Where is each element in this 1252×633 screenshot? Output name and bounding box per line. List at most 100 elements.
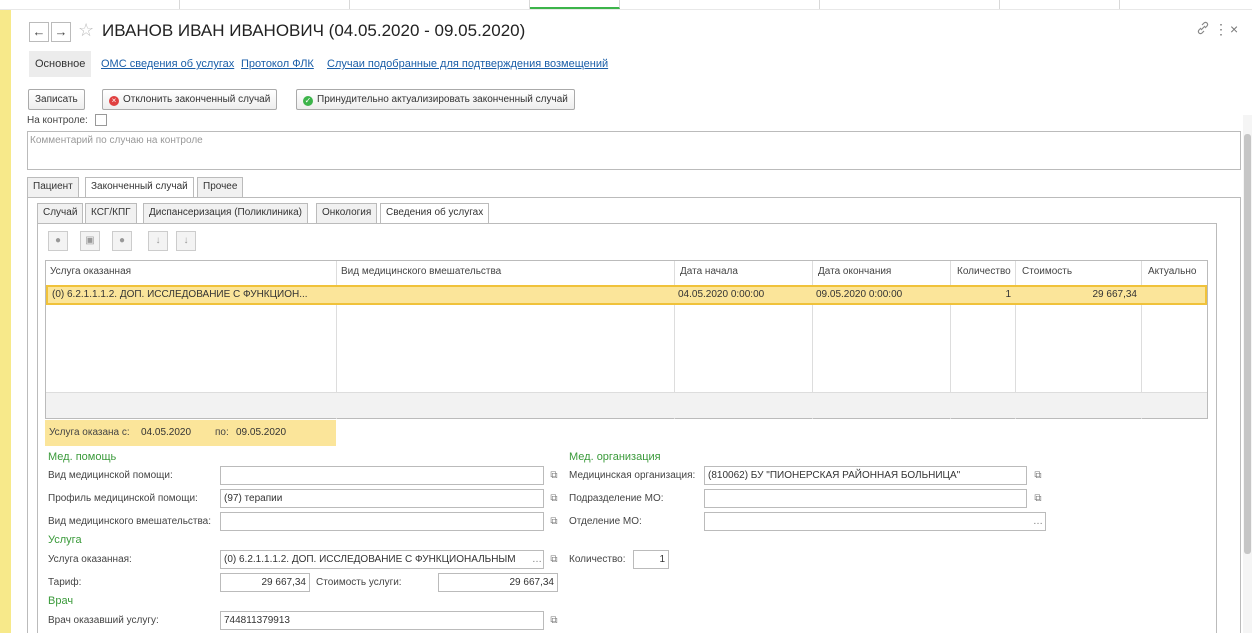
med-intervention-field[interactable] (220, 512, 544, 531)
copy-icon: ▣ (85, 235, 95, 246)
med-org-group-label: Мед. организация (569, 451, 661, 463)
open-link-icon[interactable]: ⧉ (547, 550, 561, 569)
cell-date-end: 09.05.2020 0:00:00 (816, 289, 903, 300)
close-icon[interactable]: × (1230, 21, 1238, 37)
period-to-label: по: (215, 427, 229, 438)
doctor-field[interactable]: 744811379913 (220, 611, 544, 630)
delete-icon: ● (118, 235, 126, 246)
doctor-label: Врач оказавший услугу: (48, 615, 159, 626)
med-org-label: Медицинская организация: (569, 470, 696, 481)
control-comment-field[interactable]: Комментарий по случаю на контроле (27, 131, 1241, 170)
reject-icon: × (109, 96, 119, 106)
med-intervention-label: Вид медицинского вмешательства: (48, 516, 212, 527)
service-cost-field[interactable]: 29 667,34 (438, 573, 558, 592)
save-button[interactable]: Записать (28, 89, 85, 110)
tab-main[interactable]: Основное (29, 51, 92, 77)
cell-cost: 29 667,34 (1092, 289, 1138, 300)
col-header-date-end[interactable]: Дата окончания (814, 261, 891, 283)
sort-asc-icon: ↓ (155, 235, 161, 246)
back-icon: ← (32, 24, 46, 39)
choose-ellipsis-icon[interactable]: … (1031, 512, 1045, 531)
tab-oms-services[interactable]: ОМС сведения об услугах (101, 51, 234, 77)
med-help-kind-field[interactable] (220, 466, 544, 485)
tab-services-info[interactable]: Сведения об услугах (380, 203, 490, 224)
med-org-field[interactable]: (810062) БУ "ПИОНЕРСКАЯ РАЙОННАЯ БОЛЬНИЦ… (704, 466, 1027, 485)
top-tab-strip (0, 0, 1252, 10)
cell-intervention (336, 287, 674, 303)
cell-actual (1141, 287, 1205, 303)
back-button[interactable]: ← (29, 22, 49, 42)
favorite-star-icon[interactable]: ☆ (78, 20, 94, 41)
tab-other[interactable]: Прочее (197, 177, 244, 197)
check-icon: ✓ (303, 96, 313, 106)
col-header-service[interactable]: Услуга оказанная (46, 261, 131, 283)
department-field[interactable] (704, 512, 1046, 531)
page-title: ИВАНОВ ИВАН ИВАНОВИЧ (04.05.2020 - 09.05… (102, 21, 526, 40)
service-cost-label: Стоимость услуги: (316, 577, 402, 588)
tab-oncology[interactable]: Онкология (316, 203, 378, 223)
open-link-icon[interactable]: ⧉ (547, 466, 561, 485)
open-link-icon[interactable]: ⧉ (547, 611, 561, 630)
department-label: Отделение МО: (569, 516, 642, 527)
tab-completed-case[interactable]: Законченный случай (85, 177, 194, 198)
period-to-value[interactable]: 09.05.2020 (236, 427, 286, 438)
quantity-field[interactable]: 1 (633, 550, 669, 569)
reject-case-button[interactable]: × Отклонить законченный случай (102, 89, 278, 110)
more-icon[interactable]: ⋮ (1214, 21, 1228, 38)
service-group-label: Услуга (48, 534, 82, 546)
service-period: Услуга оказана с: 04.05.2020 по: 09.05.2… (45, 420, 336, 446)
actualize-case-button[interactable]: ✓ Принудительно актуализировать законченн… (296, 89, 575, 110)
tab-ksg[interactable]: КСГ/КПГ (85, 203, 137, 223)
sort-desc-button[interactable]: ↓ (176, 231, 196, 251)
cell-date-start: 04.05.2020 0:00:00 (678, 289, 765, 300)
add-icon: ● (54, 235, 62, 246)
add-row-button[interactable]: ● (48, 231, 68, 251)
scrollbar-thumb[interactable] (1244, 134, 1251, 554)
sort-desc-icon: ↓ (183, 235, 189, 246)
period-from-value[interactable]: 04.05.2020 (141, 427, 191, 438)
comment-placeholder: Комментарий по случаю на контроле (30, 135, 203, 146)
delete-row-button[interactable]: ● (112, 231, 132, 251)
med-help-profile-field[interactable]: (97) терапии (220, 489, 544, 508)
open-link-icon[interactable]: ⧉ (1031, 489, 1045, 508)
col-header-cost[interactable]: Стоимость (1018, 261, 1072, 283)
tab-matched-cases[interactable]: Случаи подобранные для подтверждения воз… (327, 51, 608, 77)
tab-patient[interactable]: Пациент (27, 177, 79, 197)
division-field[interactable] (704, 489, 1027, 508)
division-label: Подразделение МО: (569, 493, 664, 504)
on-control-label: На контроле: (27, 115, 88, 126)
col-header-intervention[interactable]: Вид медицинского вмешательства (337, 261, 501, 283)
tab-case[interactable]: Случай (37, 203, 84, 223)
cell-quantity: 1 (1005, 289, 1011, 300)
reject-case-label: Отклонить законченный случай (123, 94, 271, 105)
left-section-bar (0, 10, 11, 633)
forward-icon: → (54, 24, 68, 39)
table-footer (46, 392, 1207, 418)
link-icon[interactable] (1196, 21, 1210, 38)
service-label: Услуга оказанная: (48, 554, 132, 565)
choose-ellipsis-icon[interactable]: … (530, 550, 544, 569)
tab-dispensary[interactable]: Диспансеризация (Поликлиника) (143, 203, 309, 223)
services-table: Услуга оказанная Вид медицинского вмешат… (45, 260, 1208, 419)
open-link-icon[interactable]: ⧉ (1031, 466, 1045, 485)
open-link-icon[interactable]: ⧉ (547, 489, 561, 508)
open-link-icon[interactable]: ⧉ (547, 512, 561, 531)
table-row[interactable]: (0) 6.2.1.1.1.2. ДОП. ИССЛЕДОВАНИЕ С ФУН… (46, 285, 1207, 305)
med-help-group-label: Мед. помощь (48, 451, 117, 463)
period-from-label: Услуга оказана с: (49, 427, 130, 438)
on-control-checkbox[interactable] (95, 114, 107, 126)
actualize-case-label: Принудительно актуализировать законченны… (317, 94, 568, 105)
med-help-kind-label: Вид медицинской помощи: (48, 470, 173, 481)
service-field[interactable]: (0) 6.2.1.1.1.2. ДОП. ИССЛЕДОВАНИЕ С ФУН… (220, 550, 544, 569)
doctor-group-label: Врач (48, 595, 74, 607)
col-header-date-start[interactable]: Дата начала (676, 261, 738, 283)
col-header-quantity[interactable]: Количество (953, 261, 1011, 283)
tab-flk-protocol[interactable]: Протокол ФЛК (241, 51, 314, 77)
tariff-field[interactable]: 29 667,34 (220, 573, 310, 592)
sort-asc-button[interactable]: ↓ (148, 231, 168, 251)
forward-button[interactable]: → (51, 22, 71, 42)
quantity-label: Количество: (569, 554, 626, 565)
copy-row-button[interactable]: ▣ (80, 231, 100, 251)
med-help-profile-label: Профиль медицинской помощи: (48, 493, 198, 504)
col-header-actual[interactable]: Актуально (1144, 261, 1196, 283)
